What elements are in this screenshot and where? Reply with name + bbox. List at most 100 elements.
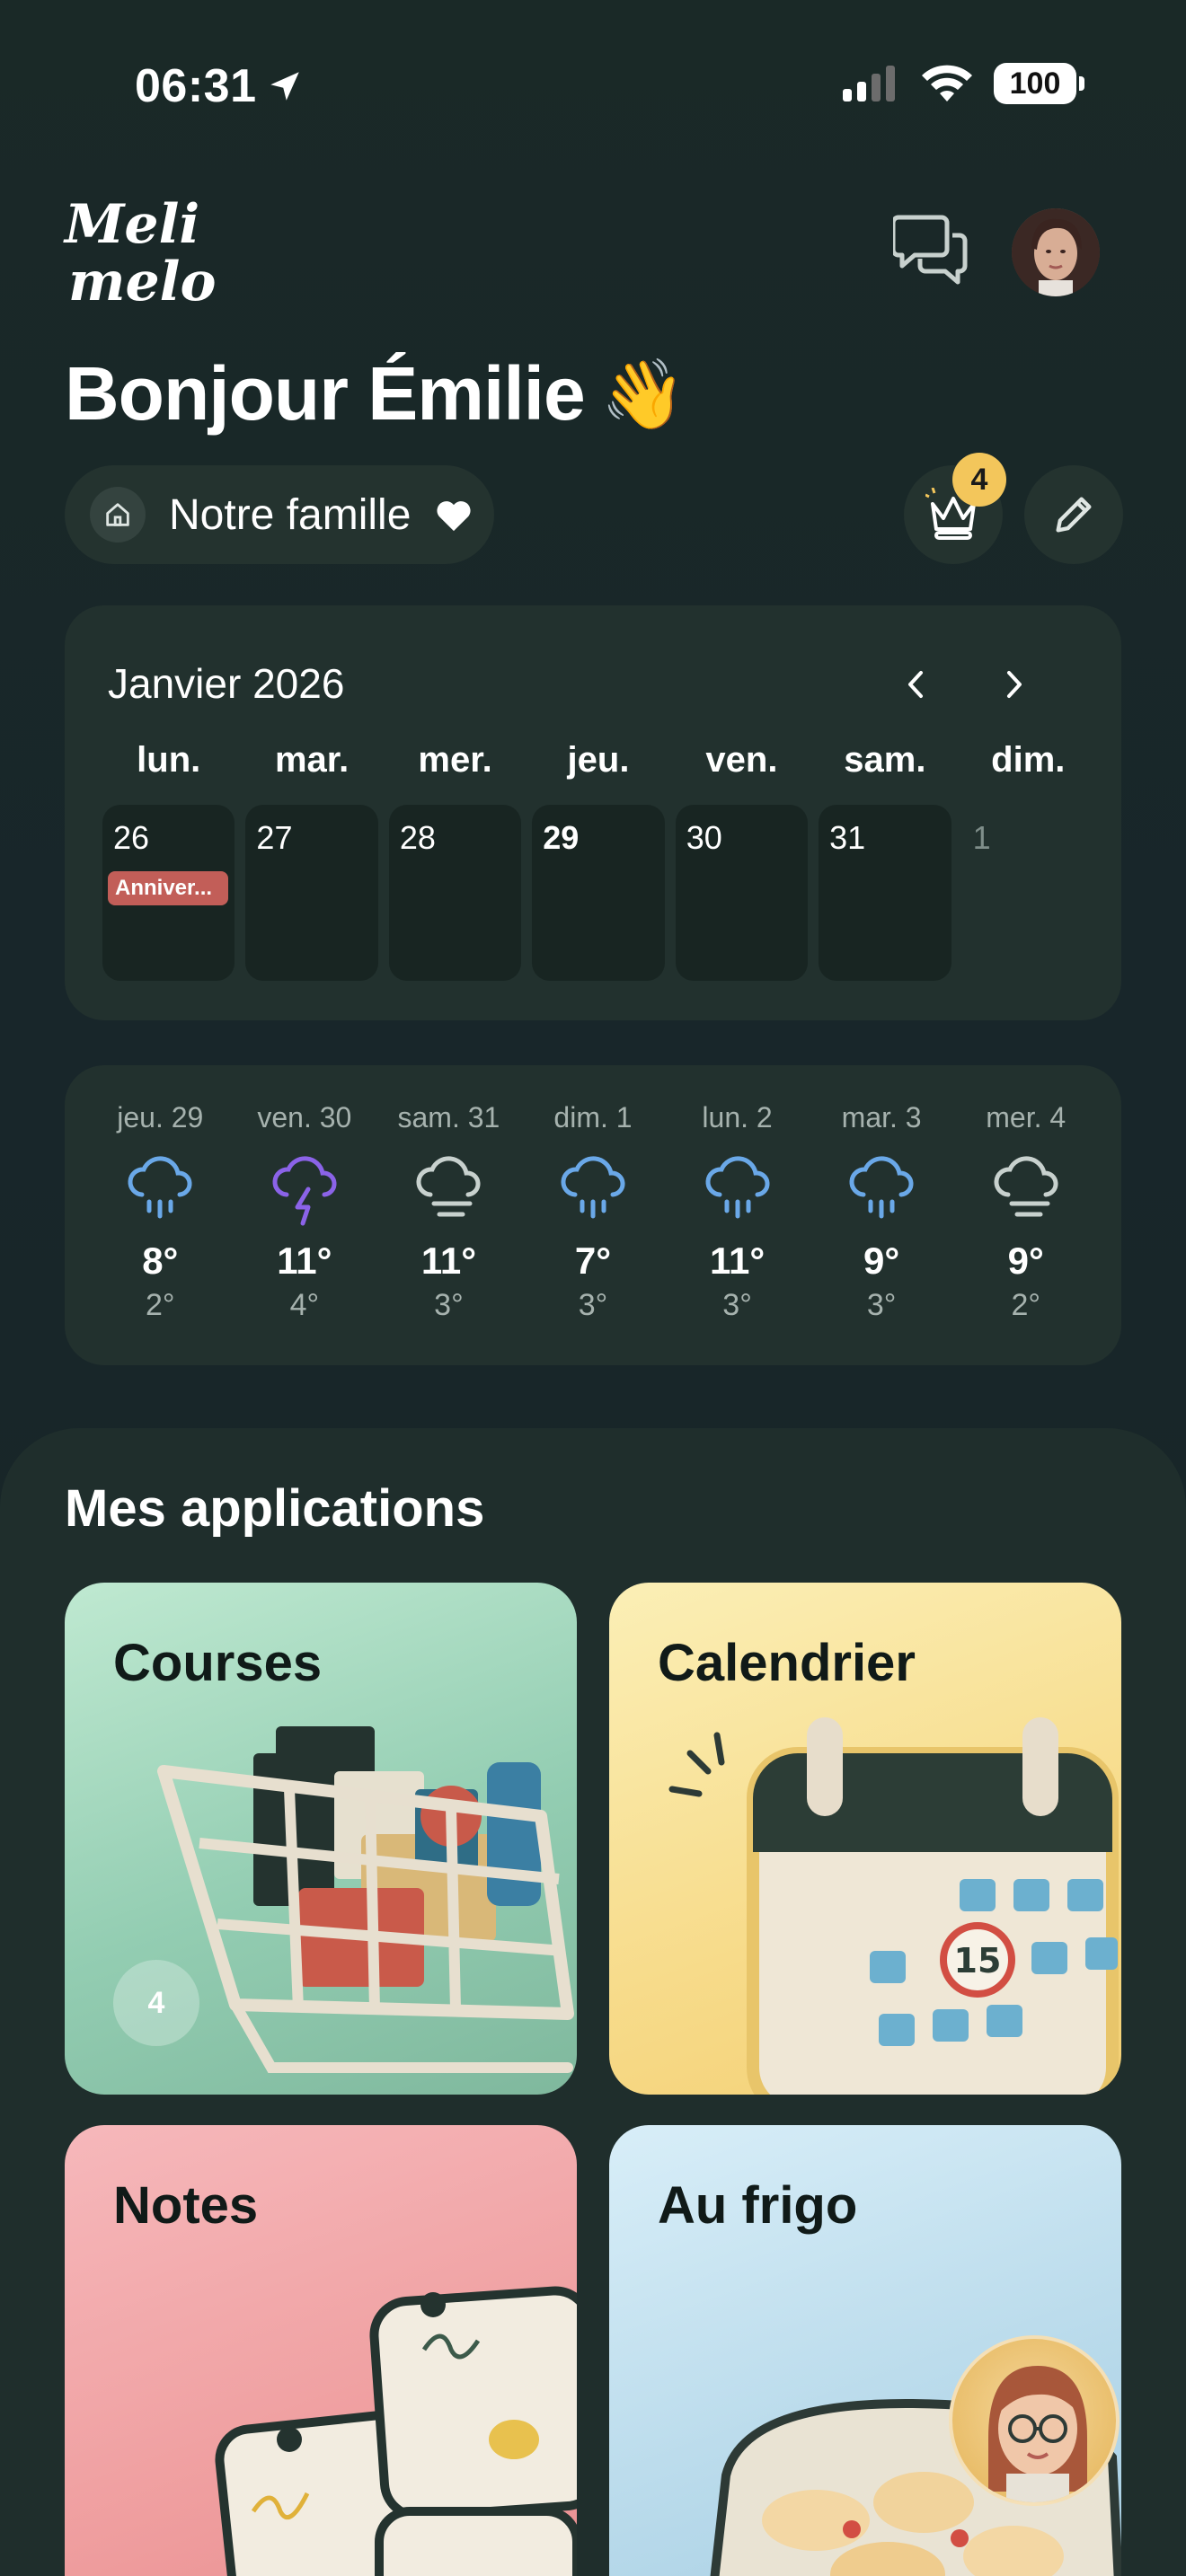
user-avatar[interactable] (1012, 208, 1100, 296)
weekday-label: sam. (844, 740, 926, 780)
calendar-event-chip[interactable]: Anniver... (108, 871, 228, 905)
weather-high: 7° (574, 1239, 612, 1282)
weekday-label: jeu. (567, 740, 630, 780)
messages-icon[interactable] (893, 212, 970, 286)
wifi-icon (922, 65, 972, 101)
rain-icon (705, 1156, 770, 1219)
chevron-right-icon (1007, 671, 1022, 698)
location-arrow-icon (270, 72, 299, 101)
logo-line1: Meli (63, 193, 199, 256)
weather-day-label: ven. 30 (257, 1101, 352, 1134)
weather-day: mer. 4 9° 2° (953, 1101, 1098, 1323)
rewards-count-badge: 4 (952, 453, 1006, 507)
home-screen: 06:31 100 Meli melo Bonjour Émilie 👋 Not… (0, 0, 1186, 2576)
calendar-day-cell[interactable]: 28 (388, 805, 522, 981)
rain-icon (561, 1156, 625, 1219)
weather-low: 4° (289, 1288, 320, 1322)
calendar-date-number: 15 (954, 1941, 1002, 1981)
app-tile-notes[interactable]: Notes (65, 2125, 577, 2576)
rain-icon (128, 1156, 192, 1219)
calendar-weekday-header: lun. mar. mer. jeu. ven. sam. dim. (102, 740, 1094, 781)
fog-icon (416, 1156, 481, 1217)
home-icon (90, 487, 146, 543)
pencil-icon (1056, 497, 1092, 533)
weather-high: 11° (277, 1239, 332, 1282)
calendar-day-cell-outside[interactable]: 1 (962, 805, 1094, 981)
family-selector[interactable]: Notre famille (65, 465, 494, 564)
weather-low: 2° (146, 1288, 175, 1322)
calendar-widget[interactable]: Janvier 2026 lun. mar. mer. jeu. ven. sa… (65, 605, 1121, 1020)
apps-section-title: Mes applications (65, 1479, 485, 1538)
greeting-heading: Bonjour Émilie 👋 (65, 350, 686, 437)
weather-high: 8° (142, 1239, 179, 1282)
greeting-text: Bonjour Émilie (65, 351, 586, 436)
app-tile-title: Courses (113, 1634, 323, 1692)
calendar-day-number: 27 (256, 819, 293, 856)
rewards-button[interactable]: 4 (904, 453, 1006, 564)
calendar-month-title: Janvier 2026 (108, 660, 345, 707)
weather-day-label: dim. 1 (553, 1101, 633, 1134)
calendar-day-number: 26 (113, 819, 150, 856)
battery-level: 100 (1009, 66, 1061, 101)
weekday-label: mar. (274, 740, 350, 780)
rain-icon (849, 1156, 914, 1219)
calendar-day-number: 28 (399, 819, 436, 856)
weather-day-label: mer. 4 (986, 1101, 1067, 1134)
weather-day: mar. 3 9° 3° (810, 1101, 954, 1323)
weather-day: lun. 2 11° 3° (665, 1101, 810, 1323)
calendar-day-number: 30 (686, 819, 722, 856)
app-tile-calendar[interactable]: Calendrier 15 (609, 1583, 1121, 2095)
weather-day-label: mar. 3 (841, 1101, 922, 1134)
battery-indicator: 100 (994, 63, 1084, 104)
calendar-day-cell[interactable]: 27 (245, 805, 378, 981)
storm-icon (272, 1156, 337, 1226)
weather-day-label: sam. 31 (397, 1101, 500, 1134)
cellular-signal-icon (843, 66, 895, 101)
weather-forecast: jeu. 29 8° 2° ven. 30 11° 4° sam. 31 11°… (88, 1101, 1098, 1323)
courses-count-badge: 4 (113, 1960, 199, 2046)
shopping-cart-icon (157, 1726, 574, 2073)
weather-day-label: lun. 2 (702, 1101, 773, 1134)
heart-icon (437, 501, 471, 532)
app-tile-title: Au frigo (658, 2176, 858, 2235)
weekday-label: lun. (137, 740, 201, 780)
logo-line2: melo (68, 251, 216, 313)
melimelo-logo: Meli melo (63, 193, 216, 313)
calendar-day-cell-today[interactable]: 29 (532, 805, 665, 981)
weekday-label: dim. (991, 740, 1066, 780)
weather-high: 11° (420, 1239, 477, 1282)
status-time-text: 06:31 (135, 60, 257, 112)
chevron-left-icon (908, 671, 923, 698)
app-tile-title: Notes (113, 2176, 259, 2235)
status-time: 06:31 (135, 59, 304, 113)
calendar-day-cell[interactable]: 26 Anniver... (102, 805, 235, 981)
weather-low: 3° (722, 1288, 752, 1322)
calendar-day-cell[interactable]: 30 (675, 805, 809, 981)
weather-day: ven. 30 11° 4° (233, 1101, 377, 1323)
weather-high: 9° (1007, 1239, 1044, 1282)
calendar-day-number: 29 (543, 819, 580, 856)
weather-day: sam. 31 11° 3° (376, 1101, 521, 1323)
calendar-day-cell[interactable]: 31 (819, 805, 951, 981)
family-label: Notre famille (169, 490, 412, 539)
calendar-prev-button[interactable] (890, 657, 943, 711)
edit-button[interactable] (1024, 465, 1123, 564)
weather-high: 9° (863, 1239, 900, 1282)
weather-day-label: jeu. 29 (117, 1101, 204, 1134)
app-tile-courses[interactable]: Courses 4 (65, 1583, 577, 2095)
calendar-week-row: 26 Anniver... 27 28 29 30 31 1 (102, 805, 1094, 981)
weekday-label: ven. (705, 740, 778, 780)
status-icons: 100 (841, 63, 1084, 104)
calendar-day-number: 1 (972, 819, 991, 856)
waving-hand-icon: 👋 (600, 356, 686, 433)
weather-low: 3° (578, 1288, 608, 1322)
weather-day: jeu. 29 8° 2° (88, 1101, 233, 1323)
weekday-label: mer. (418, 740, 492, 780)
weather-widget[interactable]: jeu. 29 8° 2° ven. 30 11° 4° sam. 31 11°… (65, 1065, 1121, 1365)
assistant-avatar-button[interactable] (949, 2335, 1120, 2506)
calendar-next-button[interactable] (987, 657, 1040, 711)
avatar-portrait-icon (1012, 208, 1100, 296)
assistant-character-icon (988, 2366, 1087, 2502)
fog-icon (994, 1156, 1058, 1217)
sticky-notes-icon (215, 2286, 577, 2576)
